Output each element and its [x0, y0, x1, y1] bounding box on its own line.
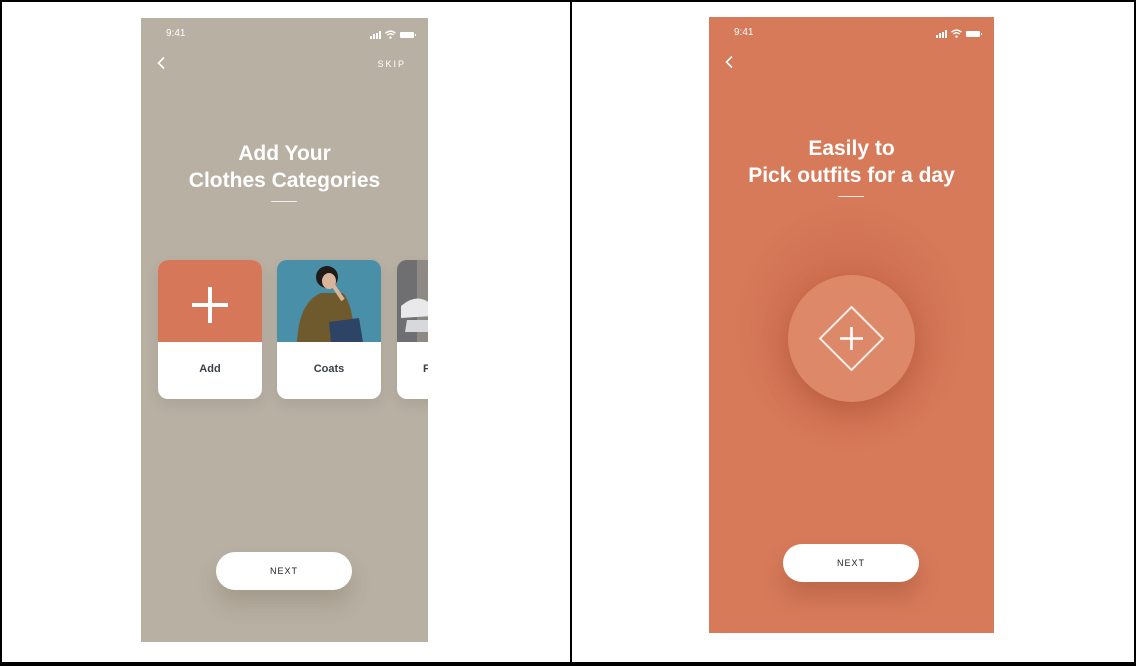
- card-label: Add: [199, 363, 221, 375]
- coats-photo: [277, 260, 381, 342]
- diamond-plus-icon: [818, 305, 885, 372]
- page-title: Easily to Pick outfits for a day: [709, 135, 994, 189]
- battery-icon: [966, 30, 982, 37]
- title-line-1: Easily to: [808, 137, 895, 160]
- title-line-1: Add Your: [238, 142, 331, 165]
- status-icons: [370, 30, 416, 39]
- status-time: 9:41: [734, 27, 754, 38]
- plus-icon: [192, 287, 228, 323]
- next-button[interactable]: NEXT: [216, 552, 352, 590]
- category-card-coats[interactable]: Coats: [277, 260, 381, 399]
- category-card-partial[interactable]: F: [397, 260, 428, 399]
- status-bar: 9:41: [141, 28, 428, 42]
- wifi-icon: [951, 29, 962, 38]
- title-line-2: Clothes Categories: [188, 169, 381, 192]
- battery-icon: [400, 31, 416, 38]
- page-title: Add Your Clothes Categories: [141, 140, 428, 194]
- signal-icon: [936, 29, 947, 38]
- next-button[interactable]: NEXT: [783, 544, 919, 582]
- card-image-add: [158, 260, 262, 342]
- status-bar: 9:41: [709, 27, 994, 41]
- frame-divider: [570, 0, 572, 666]
- card-label: Coats: [313, 363, 345, 375]
- card-label: F: [423, 363, 428, 375]
- card-photo: [397, 260, 428, 342]
- add-outfit-button[interactable]: [788, 275, 915, 402]
- signal-icon: [370, 30, 381, 39]
- title-line-2: Pick outfits for a day: [748, 164, 955, 187]
- back-chevron-icon[interactable]: [723, 55, 737, 69]
- title-underline: [271, 201, 297, 202]
- category-card-add[interactable]: Add: [158, 260, 262, 399]
- phone-screen-categories: 9:41 SKIP Add Your Clothes Categories Ad…: [141, 18, 428, 642]
- skip-button[interactable]: SKIP: [377, 59, 406, 69]
- wifi-icon: [385, 30, 396, 39]
- back-chevron-icon[interactable]: [155, 56, 169, 70]
- phone-screen-pick-outfits: 9:41 Easily to Pick outfits for a day NE…: [709, 17, 994, 633]
- status-time: 9:41: [166, 28, 186, 39]
- status-icons: [936, 29, 982, 38]
- frame-bottom-border: [0, 662, 1136, 666]
